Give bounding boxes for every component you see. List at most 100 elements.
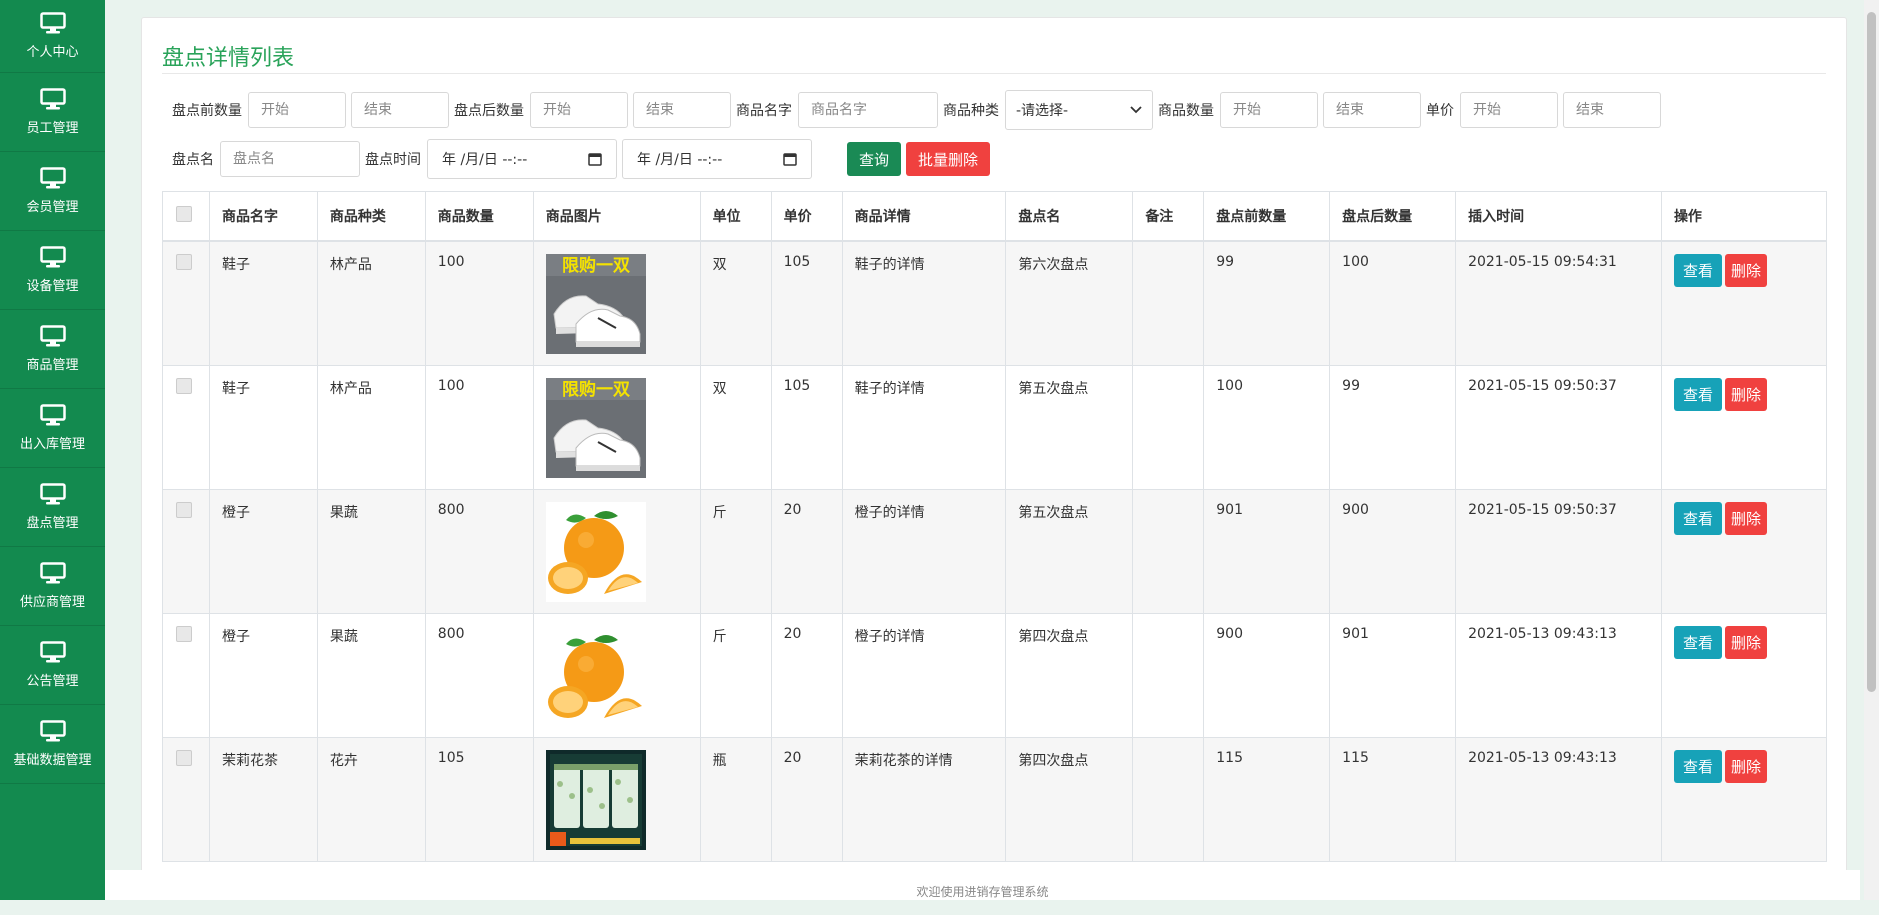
table-body: 鞋子 林产品 100 限购一双双 105 鞋子的详情 第六次盘点 99 100 2021-05-1…: [162, 240, 1828, 862]
shoe-image: 限购一双: [545, 377, 688, 478]
row-actions-cell: 查看 删除: [1660, 488, 1828, 614]
query-button[interactable]: 查询: [847, 142, 902, 176]
delete-button[interactable]: 删除: [1724, 749, 1767, 783]
cell-unit: 斤: [699, 612, 772, 738]
after-count-start-input[interactable]: [530, 92, 628, 128]
cell-type: 果蔬: [316, 488, 426, 614]
goods-type-label: 商品种类: [943, 103, 999, 119]
cell-price: 105: [770, 240, 843, 366]
scrollbar-thumb[interactable]: [1867, 12, 1876, 692]
column-header: 插入时间: [1455, 191, 1662, 242]
row-actions: 查看 删除: [1673, 254, 1814, 287]
cell-qty: 100: [424, 240, 534, 366]
select-all-checkbox[interactable]: [176, 206, 192, 222]
list-card: 盘点详情列表 盘点前数量 盘点后数量 商品名字 商品种类 -请选择- 商品数量 …: [141, 17, 1847, 879]
row-checkbox[interactable]: [176, 254, 192, 270]
sidebar-item-label: 个人中心: [26, 45, 79, 60]
sidebar-item-8[interactable]: 公告管理: [0, 626, 105, 705]
cell-name: 橙子: [208, 612, 318, 738]
view-button[interactable]: 查看: [1673, 625, 1722, 659]
row-select-cell: [162, 612, 210, 738]
goods-qty-end-input[interactable]: [1323, 92, 1421, 128]
after-count-label: 盘点后数量: [454, 103, 524, 119]
before-count-end-input[interactable]: [351, 92, 449, 128]
cell-time: 2021-05-13 09:43:13: [1455, 612, 1662, 738]
row-checkbox[interactable]: [176, 625, 192, 642]
sidebar-item-label: 设备管理: [26, 279, 79, 294]
sidebar-item-6[interactable]: 盘点管理: [0, 468, 105, 547]
row-checkbox[interactable]: [176, 501, 192, 518]
cell-detail: 茉莉花茶的详情: [841, 736, 1007, 862]
cell-time: 2021-05-13 09:43:13: [1455, 736, 1662, 862]
cell-after: 901: [1329, 612, 1457, 738]
sidebar-item-5[interactable]: 出入库管理: [0, 389, 105, 468]
delete-button[interactable]: 删除: [1724, 254, 1767, 287]
monitor-icon: [39, 483, 66, 512]
cell-price: 20: [770, 736, 843, 862]
column-header: 商品详情: [841, 191, 1007, 242]
delete-button[interactable]: 删除: [1724, 625, 1767, 659]
cell-name: 茉莉花茶: [208, 736, 318, 862]
check-time-end-input[interactable]: 年 /月/日 --:--: [622, 139, 812, 179]
cell-type: 花卉: [316, 736, 426, 862]
goods-qty-start-input[interactable]: [1220, 92, 1318, 128]
scrollbar[interactable]: [1864, 0, 1879, 900]
cell-detail: 鞋子的详情: [841, 364, 1007, 490]
sidebar-item-0[interactable]: 个人中心: [0, 0, 105, 73]
cell-before: 99: [1203, 240, 1331, 366]
delete-button[interactable]: 删除: [1724, 501, 1767, 535]
sidebar-item-label: 员工管理: [26, 121, 79, 136]
view-button[interactable]: 查看: [1673, 749, 1722, 783]
sidebar-item-9[interactable]: 基础数据管理: [0, 705, 105, 784]
sidebar-item-4[interactable]: 商品管理: [0, 310, 105, 389]
monitor-icon: [39, 720, 66, 749]
table-row: 橙子 果蔬 800 斤 20 橙子的详情 第四次盘点 900 901 2021-05-13 09:…: [162, 612, 1828, 738]
row-checkbox[interactable]: [176, 749, 192, 766]
row-actions-cell: 查看 删除: [1660, 736, 1828, 862]
check-time-start-input[interactable]: 年 /月/日 --:--: [427, 139, 617, 179]
sidebar-item-7[interactable]: 供应商管理: [0, 547, 105, 626]
goods-type-select[interactable]: -请选择-: [1005, 90, 1153, 130]
batch-delete-button[interactable]: 批量删除: [906, 142, 991, 176]
sidebar-item-label: 供应商管理: [19, 595, 85, 610]
column-header: 盘点前数量: [1203, 191, 1331, 242]
unit-price-end-input[interactable]: [1563, 92, 1661, 128]
goods-name-input[interactable]: [798, 92, 938, 128]
sidebar-item-label: 盘点管理: [26, 516, 79, 531]
filter-row-1: 盘点前数量 盘点后数量 商品名字 商品种类 -请选择- 商品数量 单价: [172, 90, 1666, 130]
monitor-icon: [39, 88, 66, 117]
row-select-cell: [162, 364, 210, 490]
footer-text: 欢迎使用进销存管理系统: [916, 885, 1049, 899]
sidebar-item-2[interactable]: 会员管理: [0, 152, 105, 231]
before-count-start-input[interactable]: [248, 92, 346, 128]
view-button[interactable]: 查看: [1673, 377, 1722, 411]
delete-button[interactable]: 删除: [1724, 377, 1767, 411]
main-content: 盘点详情列表 盘点前数量 盘点后数量 商品名字 商品种类 -请选择- 商品数量 …: [105, 0, 1860, 879]
unit-price-label: 单价: [1426, 103, 1454, 119]
cell-type: 林产品: [316, 240, 426, 366]
filter-row-2: 盘点名 盘点时间 年 /月/日 --:-- 年 /月/日 --:-- 查询 批量…: [172, 139, 991, 179]
check-name-input[interactable]: [220, 141, 360, 177]
cell-check: 第六次盘点: [1005, 240, 1134, 366]
sidebar-item-label: 会员管理: [26, 200, 79, 215]
unit-price-start-input[interactable]: [1460, 92, 1558, 128]
view-button[interactable]: 查看: [1673, 254, 1722, 287]
data-table: 商品名字 商品种类 商品数量 商品图片 单位 单价 商品详情 盘点名 备注 盘点前数量 盘点后数量插…: [162, 191, 1828, 862]
sidebar-item-label: 商品管理: [26, 358, 79, 373]
after-count-end-input[interactable]: [633, 92, 731, 128]
before-count-label: 盘点前数量: [172, 103, 242, 119]
cell-qty: 105: [424, 736, 534, 862]
goods-image-cell: [532, 736, 701, 862]
goods-image-cell: [532, 488, 701, 614]
sidebar-item-1[interactable]: 员工管理: [0, 73, 105, 152]
row-checkbox[interactable]: [176, 377, 192, 394]
sidebar-item-3[interactable]: 设备管理: [0, 231, 105, 310]
cell-check: 第五次盘点: [1005, 488, 1134, 614]
date-placeholder: 年 /月/日 --:--: [442, 152, 528, 168]
cell-time: 2021-05-15 09:50:37: [1455, 364, 1662, 490]
cell-note: [1132, 736, 1205, 862]
view-button[interactable]: 查看: [1673, 501, 1722, 535]
page-title: 盘点详情列表: [162, 46, 295, 71]
footer: 欢迎使用进销存管理系统: [105, 870, 1860, 900]
goods-qty-label: 商品数量: [1158, 103, 1214, 119]
